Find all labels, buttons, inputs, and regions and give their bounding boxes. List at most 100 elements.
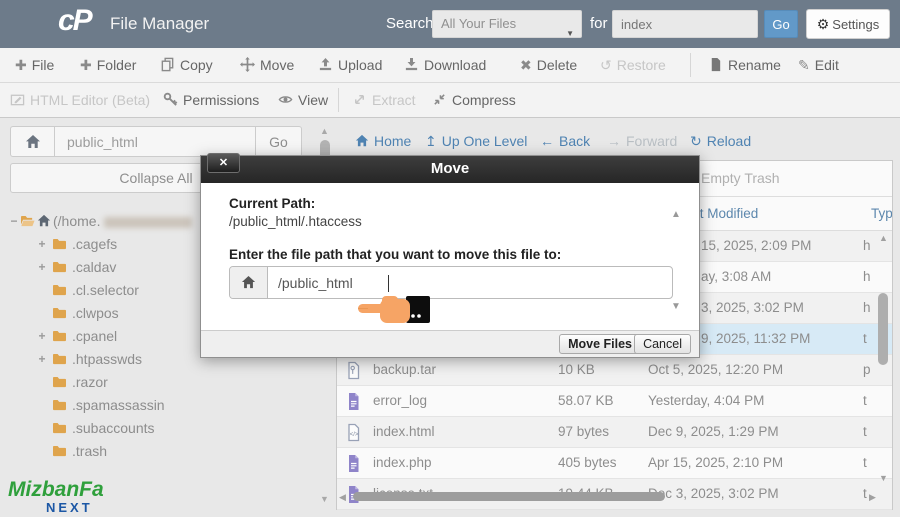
cell-type: t [863,331,872,346]
dialog-body: Current Path: /public_html/.htaccess Ent… [201,183,699,332]
plus-icon: ✚ [15,57,27,73]
table-vertical-scrollbar[interactable]: ▲ ▼ [875,233,891,497]
expand-toggle[interactable]: + [36,325,48,347]
home-icon [241,275,256,290]
code-file-icon [345,423,362,442]
dialog-footer: Move Files Cancel [201,330,699,357]
chevron-down-icon: ▼ [566,21,574,47]
download-button[interactable]: Download [404,48,486,82]
home-icon [355,134,369,148]
cell-modified: ay, 3:08 AM [701,269,771,284]
folder-button[interactable]: ✚Folder [80,48,136,82]
cell-modified: Apr 15, 2025, 2:10 PM [648,455,783,470]
edit-button[interactable]: ✎Edit [798,48,839,82]
cell-modified: Yesterday, 4:04 PM [648,393,764,408]
destination-input-group [229,266,673,299]
extract-button[interactable]: Extract [352,83,416,117]
scroll-up-icon[interactable]: ▲ [879,233,888,243]
move-files-button[interactable]: Move Files [559,334,641,354]
close-button[interactable]: ✕ [207,153,240,173]
scrollbar-thumb[interactable] [878,293,888,365]
file-button[interactable]: ✚File [15,48,54,82]
scroll-down-icon[interactable]: ▼ [879,473,888,483]
restore-button[interactable]: ↺Restore [600,48,666,82]
mizbanfa-logo: MizbanFa NEXT [8,478,104,515]
move-icon [240,57,255,72]
table-row-backup-tar[interactable]: backup.tar 10 KB Oct 5, 2025, 12:20 PM p [337,355,892,386]
plus-icon: ✚ [80,57,92,73]
cell-type: t [863,393,872,408]
home-icon [25,134,41,150]
view-button[interactable]: View [278,83,328,117]
scroll-up-icon[interactable]: ▲ [320,126,329,136]
search-go-button[interactable]: Go [764,10,798,38]
current-path-label: Current Path: [229,196,315,211]
empty-trash-button[interactable]: Empty Trash [701,170,780,186]
copy-icon [160,57,175,72]
scroll-down-icon[interactable]: ▼ [320,494,329,504]
masked-username [104,217,192,228]
toolbar-divider [690,53,691,77]
nav-forward[interactable]: →Forward [607,126,677,156]
delete-button[interactable]: ✖Delete [520,48,577,82]
scroll-left-icon[interactable]: ◀ [339,492,346,503]
document-icon [708,57,723,72]
cancel-button[interactable]: Cancel [634,334,691,354]
scroll-down-icon[interactable]: ▼ [671,301,681,312]
expand-toggle[interactable]: + [36,348,48,370]
cell-size: 97 bytes [558,424,609,439]
back-arrow-icon: ← [540,133,554,149]
permissions-button[interactable]: Permissions [163,83,259,117]
search-label: Search [386,15,434,32]
expand-toggle[interactable]: + [36,233,48,255]
table-row-error-log[interactable]: error_log 58.07 KB Yesterday, 4:04 PM t [337,386,892,417]
search-input[interactable] [612,10,758,38]
nav-back[interactable]: ←Back [540,126,590,156]
current-path-value: /public_html/.htaccess [229,214,362,229]
tree-root-label: (/home. [53,210,192,232]
collapse-toggle[interactable]: − [8,210,20,232]
cell-type: h [863,300,872,315]
nav-up-one-level[interactable]: ↥Up One Level [425,126,527,156]
logo-brand-text: MizbanFa [8,478,104,502]
scrollbar-thumb[interactable] [353,492,665,501]
search-scope-select[interactable]: All Your Files ▼ [432,10,582,38]
path-go-button[interactable]: Go [255,127,301,156]
expand-toggle[interactable]: + [36,256,48,278]
column-type[interactable]: Type [871,206,892,221]
reload-icon: ↻ [690,133,702,149]
upload-button[interactable]: Upload [318,48,382,82]
html-editor-button[interactable]: HTML Editor (Beta) [10,83,150,117]
nav-home[interactable]: Home [355,126,411,156]
cell-modified: Dec 9, 2025, 1:29 PM [648,424,779,439]
dialog-title: Move [201,156,699,182]
cell-name: error_log [373,393,427,408]
move-button[interactable]: Move [240,48,294,82]
cell-type: p [863,362,872,377]
text-cursor [388,275,389,292]
doc-file-icon [345,392,362,411]
settings-button[interactable]: ⚙Settings [806,9,890,39]
folder-icon [52,352,67,365]
table-row-index-php[interactable]: index.php 405 bytes Apr 15, 2025, 2:10 P… [337,448,892,479]
table-horizontal-scrollbar[interactable]: ◀ ▶ [339,490,877,504]
copy-button[interactable]: Copy [160,48,213,82]
search-scope-value: All Your Files [441,16,516,31]
open-folder-icon [20,214,35,227]
nav-reload[interactable]: ↻Reload [690,126,751,156]
folder-icon [52,375,67,388]
compress-button[interactable]: Compress [432,83,516,117]
move-dialog: Move ✕ Current Path: /public_html/.htacc… [200,155,700,358]
scroll-up-icon[interactable]: ▲ [671,209,681,220]
path-input[interactable] [55,127,255,156]
folder-icon [52,237,67,250]
scroll-right-icon[interactable]: ▶ [869,492,876,503]
table-row-index-html[interactable]: index.html 97 bytes Dec 9, 2025, 1:29 PM… [337,417,892,448]
app-header: cP File Manager Search All Your Files ▼ … [0,0,900,48]
path-home-button[interactable] [11,127,55,156]
folder-icon [52,398,67,411]
cell-type: h [863,238,872,253]
up-arrow-icon: ↥ [425,133,437,149]
tar-file-icon [345,361,362,380]
rename-button[interactable]: Rename [708,48,781,82]
